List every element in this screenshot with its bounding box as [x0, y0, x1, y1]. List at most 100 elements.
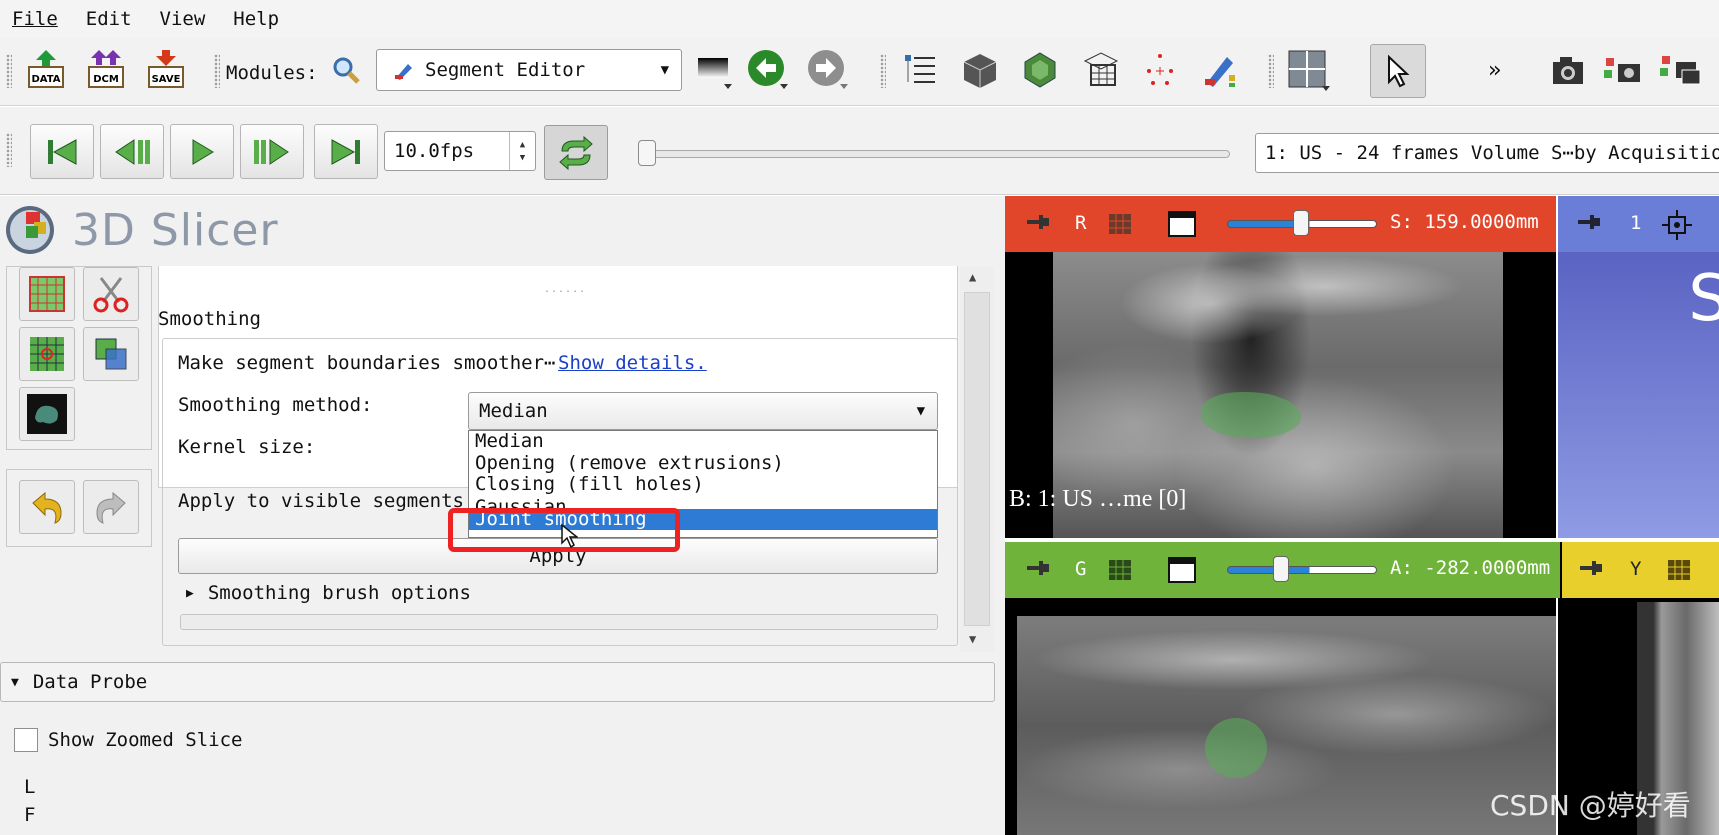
menu-file[interactable]: File — [12, 8, 58, 30]
module-selector[interactable]: Segment Editor ▼ — [376, 49, 682, 91]
data-probe-header[interactable]: ▼ Data Probe — [0, 662, 995, 702]
threshold-effect-button[interactable] — [19, 267, 75, 321]
dropdown-option-median[interactable]: Median — [469, 431, 937, 453]
pin-icon[interactable] — [1576, 210, 1602, 234]
screenshot-button[interactable] — [1546, 48, 1590, 92]
dropdown-option-opening[interactable]: Opening (remove extrusions) — [469, 453, 937, 475]
menu-edit[interactable]: Edit — [86, 8, 132, 30]
markups-module-button[interactable] — [1138, 48, 1182, 92]
data-module-button[interactable] — [898, 48, 942, 92]
show-zoomed-slice-row[interactable]: Show Zoomed Slice — [14, 728, 242, 752]
back-button[interactable] — [746, 48, 790, 92]
brush-options-collapsible[interactable]: ▶ Smoothing brush options — [186, 582, 471, 604]
toolbar-grip[interactable] — [1268, 54, 1274, 88]
load-dicom-button[interactable]: DCM — [84, 48, 128, 92]
pin-icon[interactable] — [1025, 556, 1051, 580]
logical-operators-effect-button[interactable] — [83, 327, 139, 381]
first-frame-button[interactable] — [30, 124, 94, 179]
green-slice-offset-handle[interactable] — [1273, 556, 1289, 582]
next-frame-button[interactable] — [240, 124, 304, 179]
segmentation-overlay-green — [1205, 718, 1267, 778]
loop-icon — [559, 135, 593, 170]
volumes-module-button[interactable] — [958, 48, 1002, 92]
fps-spinbox[interactable]: 10.0fps ▲ ▼ — [384, 131, 536, 171]
3d-view-blue[interactable]: S — [1558, 252, 1719, 538]
view-divider-vertical — [1556, 196, 1558, 835]
3d-view-orientation-label: S — [1688, 262, 1719, 336]
dropdown-option-gaussian[interactable]: Gaussian — [469, 496, 937, 509]
spin-up-icon[interactable]: ▲ — [520, 140, 525, 150]
redo-icon — [96, 491, 126, 524]
models-module-button[interactable] — [1018, 48, 1062, 92]
save-icon: SAVE — [148, 50, 184, 88]
red-view-letter: R — [1075, 212, 1087, 234]
redo-button[interactable] — [83, 480, 139, 534]
model-icon — [1024, 52, 1056, 88]
layout-button[interactable] — [1286, 48, 1330, 92]
loop-toggle-button[interactable] — [544, 125, 608, 180]
window-icon[interactable] — [1167, 210, 1197, 238]
toolbar-grip[interactable] — [214, 54, 220, 88]
segment-editor-button[interactable] — [1198, 48, 1242, 92]
layout-grid-icon — [1288, 50, 1330, 91]
scene-views-button[interactable] — [1658, 48, 1702, 92]
scissors-effect-button[interactable] — [83, 267, 139, 321]
scene-view-button[interactable] — [1600, 48, 1644, 92]
app-title: 3D Slicer — [72, 204, 279, 256]
sequence-browser-selector[interactable]: 1: US - 24 frames Volume S⋯by Acquisitio… — [1255, 133, 1719, 173]
transforms-module-button[interactable] — [1078, 48, 1122, 92]
pointer-mode-button[interactable] — [1370, 44, 1426, 98]
slice-link-icon[interactable] — [1105, 556, 1135, 584]
undo-icon — [32, 491, 62, 524]
frame-slider-track[interactable] — [640, 150, 1230, 158]
splitter-handle[interactable]: ...... — [544, 284, 586, 295]
window-level-button[interactable] — [692, 48, 736, 92]
smoothing-method-combobox[interactable]: Median ▼ — [468, 392, 938, 430]
show-details-link[interactable]: Show details. — [558, 352, 707, 374]
last-frame-button[interactable] — [314, 124, 378, 179]
skip-end-icon — [331, 138, 360, 165]
islands-effect-button[interactable] — [19, 327, 75, 381]
forward-button[interactable] — [806, 48, 850, 92]
ultrasound-image-green[interactable] — [1017, 616, 1557, 835]
step-forward-icon — [254, 138, 289, 165]
toolbar-grip[interactable] — [880, 54, 886, 88]
toolbar-grip[interactable] — [6, 133, 12, 167]
play-icon — [192, 138, 214, 165]
pin-icon[interactable] — [1025, 210, 1051, 234]
spin-down-icon[interactable]: ▼ — [520, 153, 525, 163]
scroll-up-icon[interactable]: ▲ — [969, 270, 976, 284]
menu-view[interactable]: View — [160, 8, 206, 30]
window-icon[interactable] — [1167, 556, 1197, 584]
play-button[interactable] — [170, 124, 234, 179]
scissors-icon — [93, 277, 129, 313]
slice-link-icon[interactable] — [1664, 556, 1694, 584]
red-slice-offset-handle[interactable] — [1293, 210, 1309, 236]
center-view-icon[interactable] — [1662, 210, 1692, 240]
frame-slider-handle[interactable] — [638, 140, 656, 166]
green-slice-offset-slider[interactable] — [1227, 566, 1377, 574]
slice-link-icon[interactable] — [1105, 210, 1135, 238]
load-data-button[interactable]: DATA — [24, 48, 68, 92]
arrow-left-icon — [748, 50, 788, 89]
show-zoomed-slice-checkbox[interactable] — [14, 728, 38, 752]
scroll-down-icon[interactable]: ▼ — [969, 632, 976, 646]
save-button[interactable]: SAVE — [144, 48, 188, 92]
toolbar-grip[interactable] — [6, 54, 12, 88]
module-search-button[interactable] — [324, 48, 368, 92]
sequence-browser-value: 1: US - 24 frames Volume S⋯by Acquisitio… — [1265, 142, 1719, 164]
smoothing-effect-button[interactable] — [19, 387, 75, 441]
previous-frame-button[interactable] — [100, 124, 164, 179]
pin-icon[interactable] — [1578, 556, 1604, 580]
scrollbar-thumb[interactable] — [964, 292, 990, 626]
skip-start-icon — [48, 138, 77, 165]
brush-options-label: Smoothing brush options — [207, 582, 471, 604]
undo-button[interactable] — [19, 480, 75, 534]
options-scrollbar[interactable]: ▲ ▼ — [960, 266, 994, 652]
toolbar-overflow[interactable]: » — [1488, 58, 1501, 83]
menu-help[interactable]: Help — [233, 8, 279, 30]
green-view-letter: G — [1075, 558, 1087, 580]
red-view-volume-label: B: 1: US …me [0] — [1009, 486, 1187, 512]
spin-arrows[interactable]: ▲ ▼ — [509, 132, 535, 170]
dropdown-option-closing[interactable]: Closing (fill holes) — [469, 474, 937, 496]
